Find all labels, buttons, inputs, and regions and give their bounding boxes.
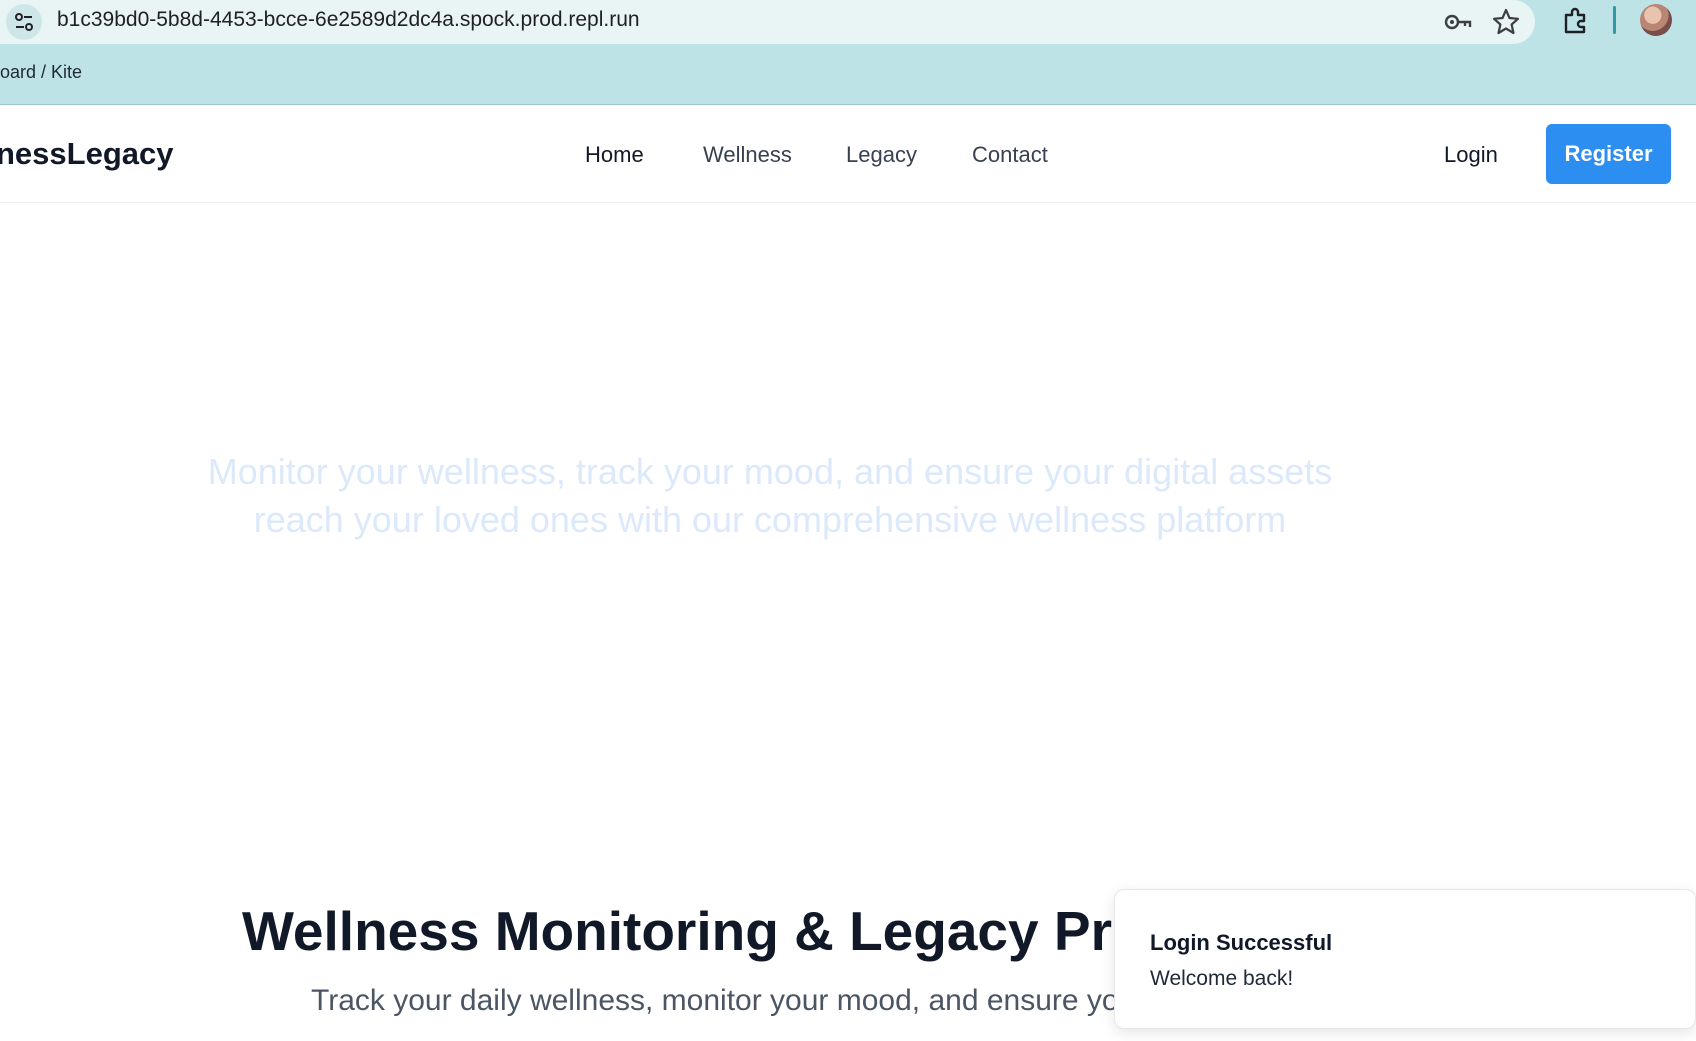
key-icon[interactable] — [1442, 6, 1474, 38]
toolbar-divider — [1613, 6, 1616, 34]
nav-home[interactable]: Home — [585, 142, 644, 168]
browser-chrome: b1c39bd0-5b8d-4453-bcce-6e2589d2dc4a.spo… — [0, 0, 1696, 105]
tune-icon[interactable] — [6, 4, 42, 40]
toast-notification[interactable]: Login Successful Welcome back! — [1114, 889, 1696, 1029]
nav-wellness[interactable]: Wellness — [703, 142, 792, 168]
login-link[interactable]: Login — [1444, 142, 1498, 168]
toast-title: Login Successful — [1150, 930, 1333, 955]
brand-logo-text[interactable]: nessLegacy — [0, 136, 174, 172]
site-header: nessLegacy Home Wellness Legacy Contact … — [0, 106, 1696, 203]
toast-message: Welcome back! — [1150, 967, 1294, 990]
puzzle-icon[interactable] — [1558, 3, 1594, 39]
register-button[interactable]: Register — [1546, 124, 1671, 184]
section-subtitle: Track your daily wellness, monitor your … — [311, 984, 1119, 1017]
avatar[interactable] — [1640, 4, 1672, 36]
url-text[interactable]: b1c39bd0-5b8d-4453-bcce-6e2589d2dc4a.spo… — [57, 8, 640, 32]
address-bar[interactable]: b1c39bd0-5b8d-4453-bcce-6e2589d2dc4a.spo… — [0, 0, 1535, 44]
nav-contact[interactable]: Contact — [972, 142, 1048, 168]
nav-legacy[interactable]: Legacy — [846, 142, 917, 168]
star-icon[interactable] — [1490, 6, 1522, 38]
bookmark-item[interactable]: oard / Kite — [0, 62, 82, 83]
section-title: Wellness Monitoring & Legacy Pro — [242, 900, 1146, 962]
hero-description: Monitor your wellness, track your mood, … — [207, 451, 1333, 540]
